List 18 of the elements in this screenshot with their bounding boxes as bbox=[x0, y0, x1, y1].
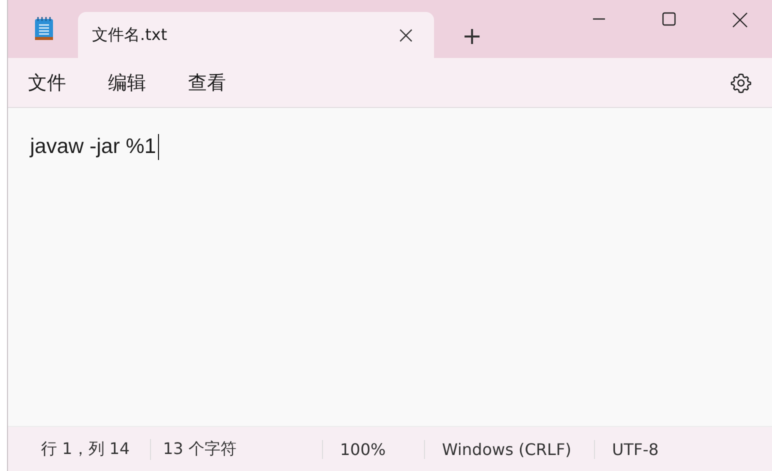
close-icon[interactable] bbox=[732, 12, 748, 28]
status-text: 100% bbox=[322, 440, 424, 458]
status-text: Windows (CRLF) bbox=[424, 440, 594, 458]
maximize-icon[interactable] bbox=[662, 12, 676, 26]
new-tab-button[interactable]: + bbox=[462, 24, 482, 48]
menu-item[interactable]: 查看 bbox=[188, 70, 226, 96]
text-editor[interactable]: javaw -jar %1 bbox=[8, 108, 772, 426]
editor-text: javaw -jar %1 bbox=[30, 135, 156, 159]
menu-item[interactable]: 编辑 bbox=[108, 70, 146, 96]
settings-icon[interactable] bbox=[730, 72, 752, 94]
close-tab-button[interactable]: × bbox=[396, 23, 416, 47]
status-text: 行 1，列 14 bbox=[40, 438, 131, 460]
text-cursor bbox=[158, 134, 160, 160]
notepad-icon bbox=[34, 16, 54, 42]
status-text: UTF-8 bbox=[594, 440, 659, 458]
status-text: 13 个字符 bbox=[150, 438, 322, 460]
file-tab[interactable]: 文件名.txt × bbox=[78, 12, 434, 58]
menu-item[interactable]: 文件 bbox=[28, 70, 66, 96]
